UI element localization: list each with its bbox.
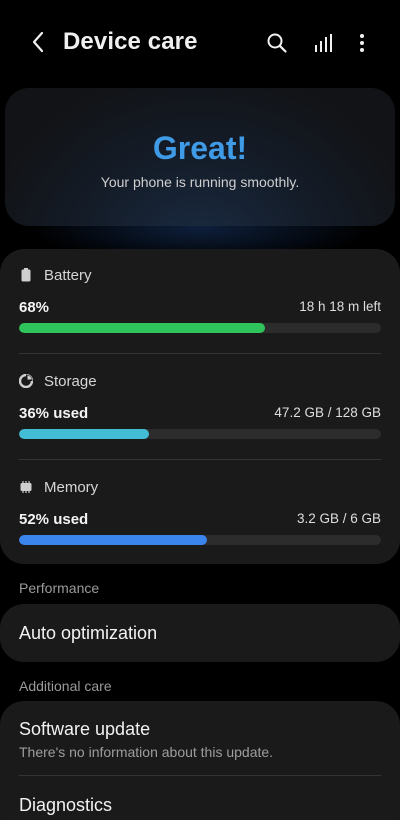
battery-bar-fill (19, 323, 266, 333)
section-label-performance: Performance (19, 580, 100, 596)
app-bar: Device care (0, 0, 400, 84)
storage-bar-track (19, 429, 381, 439)
diagnostics-item[interactable]: Diagnostics (0, 776, 400, 820)
status-headline: Great! (152, 130, 248, 166)
status-message: Your phone is running smoothly. (100, 174, 300, 190)
pie-chart-icon (19, 374, 33, 388)
battery-label: Battery (44, 266, 92, 284)
battery-bar-track (19, 323, 381, 333)
storage-bar-fill (19, 429, 150, 439)
back-button[interactable] (24, 28, 52, 56)
battery-detail: 18 h 18 m left (299, 299, 381, 314)
search-icon (267, 33, 287, 53)
divider (19, 353, 381, 354)
search-button[interactable] (262, 28, 292, 58)
battery-icon (19, 268, 33, 282)
diagnostics-title: Diagnostics (19, 795, 113, 815)
memory-bar-track (19, 535, 381, 545)
storage-detail: 47.2 GB / 128 GB (274, 405, 381, 420)
battery-header: Battery (19, 265, 92, 285)
section-label-additional-care: Additional care (19, 678, 112, 694)
memory-header: Memory (19, 477, 98, 497)
more-vertical-icon (360, 34, 364, 52)
stats-button[interactable] (308, 28, 338, 58)
storage-header: Storage (19, 371, 97, 391)
auto-optimization-item[interactable]: Auto optimization (0, 604, 400, 662)
memory-detail: 3.2 GB / 6 GB (296, 511, 381, 526)
software-update-item[interactable]: Software update There's no information a… (0, 701, 400, 775)
battery-value: 68% (19, 299, 50, 316)
memory-label: Memory (44, 478, 99, 496)
additional-care-card: Software update There's no information a… (0, 701, 400, 820)
memory-value: 52% used (19, 511, 89, 528)
divider (19, 459, 381, 460)
storage-value: 36% used (19, 405, 89, 422)
software-update-title: Software update (19, 719, 151, 739)
more-options-button[interactable] (347, 28, 377, 58)
memory-bar-fill (19, 535, 208, 545)
metrics-card: Battery 68% 18 h 18 m left Storage 36% u… (0, 249, 400, 564)
stats-icon (315, 34, 332, 52)
device-care-screen: Device care Great! Your phone is running… (0, 0, 400, 820)
memory-chip-icon (19, 480, 33, 494)
page-title: Device care (63, 28, 198, 55)
software-update-subtitle: There's no information about this update… (19, 744, 274, 760)
storage-label: Storage (44, 372, 97, 390)
auto-optimization-title: Auto optimization (19, 623, 158, 643)
back-arrow-icon (32, 31, 44, 53)
